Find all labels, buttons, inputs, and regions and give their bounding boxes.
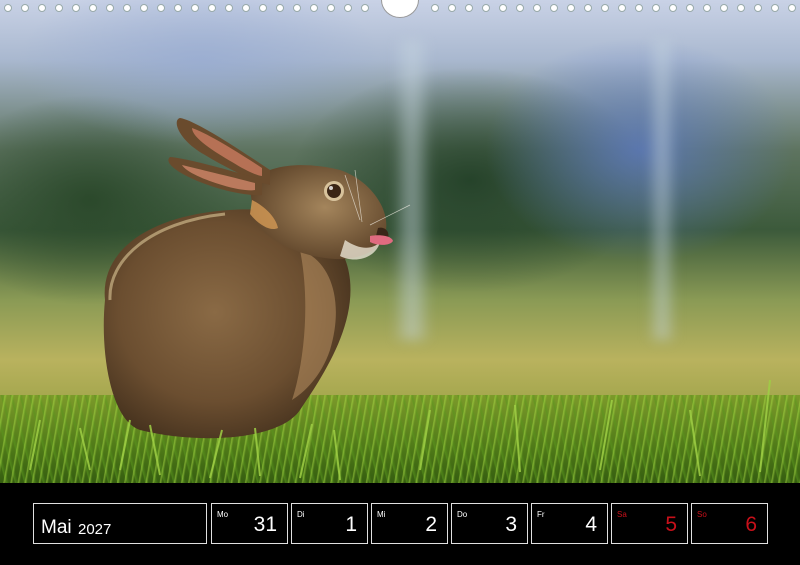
binding-hole	[327, 4, 335, 12]
day-cell: Mi 2	[371, 503, 448, 544]
weekday-abbr: Di	[297, 510, 305, 519]
day-number: 3	[505, 513, 517, 536]
binding-hole	[106, 4, 114, 12]
day-cell: Fr 4	[531, 503, 608, 544]
day-number: 2	[425, 513, 437, 536]
binding-hole	[38, 4, 46, 12]
calendar-strip: Mai 2027 Mo 31 Di 1 Mi 2 Do 3 Fr 4 Sa 5 …	[0, 483, 800, 565]
binding-hole	[259, 4, 267, 12]
binding-hole	[344, 4, 352, 12]
binding-hole	[516, 4, 524, 12]
binding-hole	[771, 4, 779, 12]
weekday-abbr: Do	[457, 510, 468, 519]
weekday-abbr: Mi	[377, 510, 386, 519]
binding-hole	[4, 4, 12, 12]
binding-hole	[242, 4, 250, 12]
binding-hole	[225, 4, 233, 12]
binding-hole	[482, 4, 490, 12]
binding-hole	[567, 4, 575, 12]
hanger-notch	[381, 0, 419, 18]
binding-hole	[533, 4, 541, 12]
day-cell: Mo 31	[211, 503, 288, 544]
binding-hole	[89, 4, 97, 12]
hare-icon	[29, 118, 771, 481]
binding-hole	[550, 4, 558, 12]
binding-hole	[703, 4, 711, 12]
binding-hole	[55, 4, 63, 12]
binding-hole	[669, 4, 677, 12]
binding-hole	[686, 4, 694, 12]
day-number: 4	[585, 513, 597, 536]
binding-hole	[652, 4, 660, 12]
binding-hole	[754, 4, 762, 12]
binding-hole	[21, 4, 29, 12]
binding-hole	[293, 4, 301, 12]
binding-hole	[361, 4, 369, 12]
binding-hole	[618, 4, 626, 12]
day-cell-weekend: So 6	[691, 503, 768, 544]
binding-hole	[174, 4, 182, 12]
month-year: 2027	[78, 521, 112, 538]
binding-hole	[720, 4, 728, 12]
binding-hole	[737, 4, 745, 12]
day-cell: Di 1	[291, 503, 368, 544]
binding-hole	[140, 4, 148, 12]
month-label-box: Mai 2027	[33, 503, 207, 544]
day-number: 5	[665, 513, 677, 536]
weekday-abbr: So	[697, 510, 707, 519]
binding-hole	[72, 4, 80, 12]
binding-hole	[635, 4, 643, 12]
day-cell: Do 3	[451, 503, 528, 544]
day-cell-weekend: Sa 5	[611, 503, 688, 544]
binding-hole	[276, 4, 284, 12]
hare-photo	[0, 0, 800, 483]
binding-hole	[431, 4, 439, 12]
binding-hole	[601, 4, 609, 12]
binding-hole	[465, 4, 473, 12]
binding-hole	[499, 4, 507, 12]
month-name: Mai	[41, 517, 72, 538]
day-number: 31	[253, 513, 277, 536]
binding-hole	[584, 4, 592, 12]
binding-hole	[788, 4, 796, 12]
binding-hole	[123, 4, 131, 12]
binding-hole	[208, 4, 216, 12]
day-number: 6	[745, 513, 757, 536]
calendar-page: Mai 2027 Mo 31 Di 1 Mi 2 Do 3 Fr 4 Sa 5 …	[0, 0, 800, 565]
day-number: 1	[345, 513, 357, 536]
weekday-abbr: Mo	[217, 510, 229, 519]
binding-hole	[448, 4, 456, 12]
spiral-binding	[0, 0, 800, 20]
weekday-abbr: Sa	[617, 510, 627, 519]
weekday-abbr: Fr	[537, 510, 545, 519]
binding-hole	[157, 4, 165, 12]
binding-hole	[191, 4, 199, 12]
binding-hole	[310, 4, 318, 12]
